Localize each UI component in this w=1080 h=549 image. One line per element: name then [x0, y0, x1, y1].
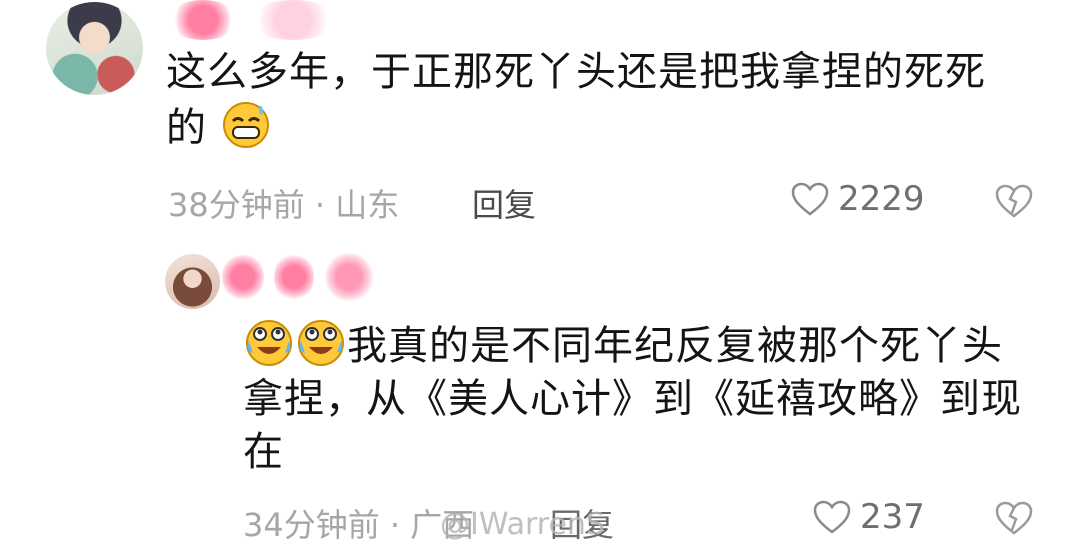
like-count-2: 237: [860, 497, 925, 537]
meta-separator: ·: [389, 506, 401, 544]
comment-2-time: 34分钟前: [243, 506, 380, 544]
heart-outline-icon: [813, 500, 851, 534]
comment-2-line-2: 拿捏，从《美人心计》到《延禧攻略》到现: [243, 376, 1022, 422]
avatar-commenter-2[interactable]: [165, 254, 220, 309]
meta-separator: ·: [314, 186, 326, 224]
comment-2-line-1-text: 我真的是不同年纪反复被那个死丫头: [347, 323, 1003, 369]
grinning-sweat-emoji: [222, 102, 269, 148]
sparkle-sticker: [274, 252, 314, 302]
like-count-1: 2229: [838, 179, 925, 219]
tearful-laugh-emoji: [298, 320, 344, 366]
like-button-1[interactable]: 2229: [790, 179, 925, 219]
like-button-2[interactable]: 237: [812, 497, 925, 537]
avatar-commenter-1[interactable]: [46, 2, 143, 95]
heart-outline-icon: [791, 182, 829, 216]
heart-sticker: [168, 0, 238, 40]
reply-button-1[interactable]: 回复: [472, 180, 536, 226]
broken-heart-icon: [995, 184, 1033, 218]
comment-1-line-2: 的: [166, 99, 1026, 155]
tearful-laugh-emoji: [246, 320, 292, 366]
comment-2-line-1: 我真的是不同年纪反复被那个死丫头: [243, 317, 1043, 373]
username-decoration-2[interactable]: [222, 250, 374, 304]
comment-text-1: 这么多年，于正那死丫头还是把我拿捏的死死 的: [166, 46, 1026, 155]
comment-text-2: 我真的是不同年纪反复被那个死丫头 拿捏，从《美人心计》到《延禧攻略》到现 在: [243, 317, 1043, 479]
watermark: @IWarrenS: [440, 507, 605, 542]
heart-sticker: [324, 252, 374, 302]
heart-sticker: [222, 252, 264, 302]
dislike-button-1[interactable]: [995, 183, 1033, 223]
username-decoration-1[interactable]: [168, 0, 338, 40]
sticker-fade: [248, 0, 338, 40]
dislike-button-2[interactable]: [995, 500, 1033, 540]
comment-1-meta: 38分钟前 · 山东: [168, 180, 399, 226]
comment-1-line-1: 这么多年，于正那死丫头还是把我拿捏的死死: [166, 49, 986, 95]
comment-2-line-3: 在: [243, 429, 284, 475]
broken-heart-icon: [995, 501, 1033, 535]
comment-1-time: 38分钟前: [168, 186, 305, 224]
comment-1-location: 山东: [335, 186, 400, 224]
comment-1-line-2-text: 的: [166, 105, 207, 151]
